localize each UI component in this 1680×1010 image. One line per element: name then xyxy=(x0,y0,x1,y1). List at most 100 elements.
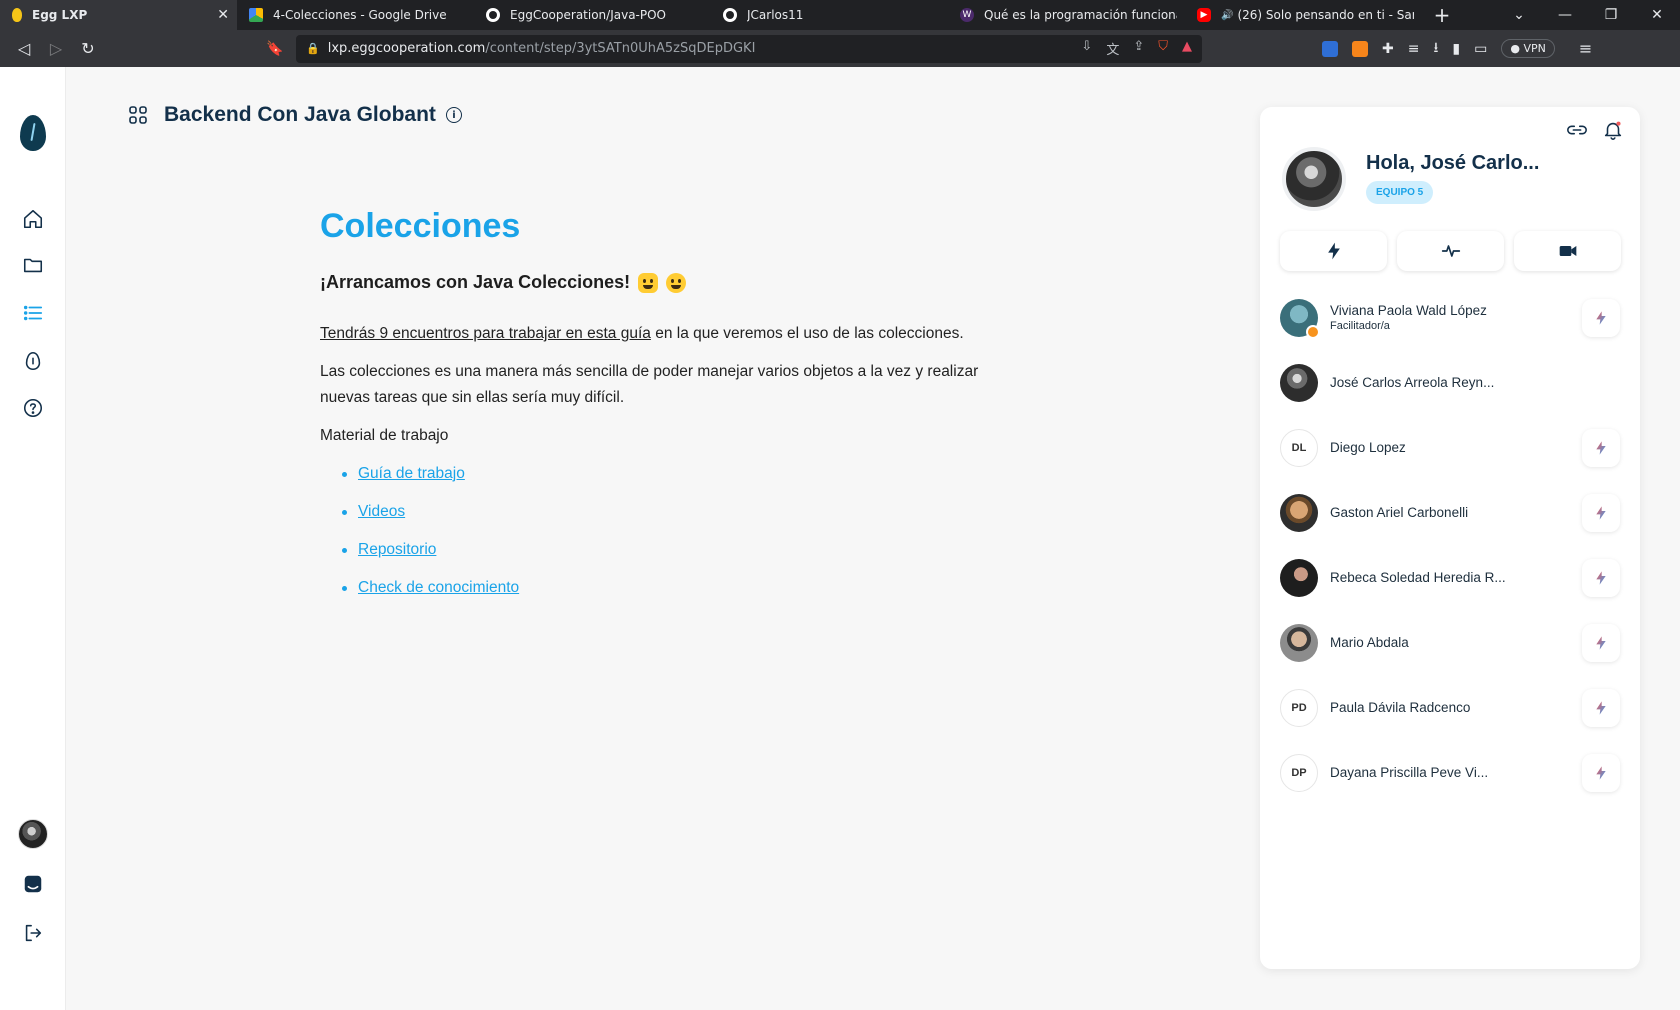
translate-icon[interactable]: 文 xyxy=(1106,39,1119,58)
lesson-subtitle: ¡Arrancamos con Java Colecciones! xyxy=(320,272,1020,293)
minimize-button[interactable]: — xyxy=(1542,7,1588,23)
tab-programacion-funcional[interactable]: W Qué es la programación funcional y c xyxy=(948,0,1185,30)
profile-avatar[interactable] xyxy=(1282,147,1346,211)
tab-egg-lxp[interactable]: Egg LXP ✕ xyxy=(0,0,237,30)
playlist-icon[interactable]: ≡ xyxy=(1408,41,1420,57)
facilitator-badge-icon xyxy=(1306,324,1320,339)
folder-icon[interactable] xyxy=(19,251,47,279)
menu-icon[interactable]: ≡ xyxy=(1579,39,1592,58)
bolt-button[interactable] xyxy=(1280,231,1387,271)
member-bolt-button[interactable] xyxy=(1582,753,1620,792)
list-icon[interactable] xyxy=(19,299,47,327)
link-text[interactable]: Check de conocimiento xyxy=(358,579,519,596)
member-bolt-button[interactable] xyxy=(1582,298,1620,337)
close-window-button[interactable]: ✕ xyxy=(1634,7,1680,23)
tab-title: Qué es la programación funcional y c xyxy=(984,8,1177,22)
help-icon[interactable] xyxy=(19,394,47,422)
member-bolt-button[interactable] xyxy=(1582,428,1620,467)
egg-logo[interactable] xyxy=(20,115,46,151)
member-bolt-button[interactable] xyxy=(1582,558,1620,597)
back-button[interactable]: ◁ xyxy=(8,35,40,63)
link-icon[interactable] xyxy=(1566,119,1588,141)
download-icon[interactable]: ⭳ xyxy=(1433,37,1438,61)
member-row[interactable]: Viviana Paola Wald López Facilitador/a xyxy=(1280,285,1620,350)
member-bolt-button[interactable] xyxy=(1582,623,1620,662)
egg-outline-icon[interactable] xyxy=(19,347,47,375)
link-videos[interactable]: Videos xyxy=(342,499,1020,525)
material-links: Guía de trabajo Videos Repositorio Check… xyxy=(320,461,1020,601)
puzzle-icon[interactable]: ✚ xyxy=(1382,41,1394,57)
member-row[interactable]: DL Diego Lopez xyxy=(1280,415,1620,480)
brave-shield-icon[interactable]: ⛉ xyxy=(1158,39,1168,58)
vpn-label: VPN xyxy=(1523,42,1546,55)
speaker-icon[interactable]: 🔊 xyxy=(1221,10,1233,21)
install-icon[interactable]: ⇩ xyxy=(1081,39,1092,58)
team-panel: Hola, José Carlo... EQUIPO 5 Viviana Pao… xyxy=(1260,107,1640,969)
tab-github-java-poo[interactable]: EggCooperation/Java-POO xyxy=(474,0,711,30)
intro-rest: en la que veremos el uso de las coleccio… xyxy=(650,325,964,342)
inbox-icon[interactable] xyxy=(19,870,47,898)
member-bolt-button[interactable] xyxy=(1582,688,1620,727)
link-guia[interactable]: Guía de trabajo xyxy=(342,461,1020,487)
metamask-icon[interactable] xyxy=(1352,40,1368,57)
link-check[interactable]: Check de conocimiento xyxy=(342,575,1020,601)
brave-rewards-icon[interactable]: ▲ xyxy=(1182,39,1192,58)
member-name: Viviana Paola Wald López xyxy=(1330,303,1487,318)
user-avatar[interactable] xyxy=(18,819,48,849)
forward-button[interactable]: ▷ xyxy=(40,35,72,63)
material-label: Material de trabajo xyxy=(320,427,449,444)
home-icon[interactable] xyxy=(19,205,47,233)
vpn-button[interactable]: ● VPN xyxy=(1501,39,1555,58)
link-text[interactable]: Guía de trabajo xyxy=(358,465,465,482)
info-icon[interactable]: i xyxy=(445,107,462,123)
bolt-icon xyxy=(1596,635,1606,650)
tab-title: EggCooperation/Java-POO xyxy=(510,8,666,22)
sidebar-icon[interactable]: ▮ xyxy=(1452,41,1460,57)
member-info: Diego Lopez xyxy=(1330,440,1582,455)
wallet-icon[interactable]: ▭ xyxy=(1474,41,1487,57)
member-row[interactable]: Rebeca Soledad Heredia R... xyxy=(1280,545,1620,610)
link-repositorio[interactable]: Repositorio xyxy=(342,537,1020,563)
member-row[interactable]: Gaston Ariel Carbonelli xyxy=(1280,480,1620,545)
member-row[interactable]: DP Dayana Priscilla Peve Vi... xyxy=(1280,740,1620,805)
bell-icon[interactable] xyxy=(1602,119,1624,141)
pulse-icon xyxy=(1441,245,1460,257)
tab-title: (26) Solo pensando en ti - Santiag xyxy=(1237,8,1414,22)
close-icon[interactable]: ✕ xyxy=(217,7,229,23)
course-header: Backend Con Java Globant i xyxy=(128,103,462,127)
member-row[interactable]: Mario Abdala xyxy=(1280,610,1620,675)
address-bar[interactable]: 🔒 lxp.eggcooperation.com/content/step/3y… xyxy=(296,34,1202,63)
bookmark-icon[interactable]: 🔖 xyxy=(262,41,288,57)
extension-icons: ✚ ≡ ⭳ ▮ ▭ ● VPN ≡ xyxy=(1322,37,1592,61)
extension-p-icon[interactable] xyxy=(1322,40,1338,57)
tab-youtube[interactable]: ▶ 🔊 (26) Solo pensando en ti - Santiag xyxy=(1185,0,1422,30)
link-text[interactable]: Repositorio xyxy=(358,541,436,558)
member-avatar: PD xyxy=(1280,688,1318,727)
grinning-emoji-icon xyxy=(666,272,687,293)
member-bolt-button[interactable] xyxy=(1582,493,1620,532)
member-avatar: DP xyxy=(1280,753,1318,792)
chevron-down-icon[interactable]: ⌄ xyxy=(1496,7,1542,23)
reload-button[interactable]: ↻ xyxy=(72,35,104,63)
new-tab-button[interactable]: + xyxy=(1422,0,1462,30)
intro-paragraph: Tendrás 9 encuentros para trabajar en es… xyxy=(320,321,1020,347)
member-row[interactable]: José Carlos Arreola Reyn... xyxy=(1280,350,1620,415)
video-button[interactable] xyxy=(1514,231,1621,271)
google-drive-icon xyxy=(249,8,263,22)
member-name: Paula Dávila Radcenco xyxy=(1330,700,1471,715)
tab-google-drive[interactable]: 4-Colecciones - Google Drive xyxy=(237,0,474,30)
intro-link[interactable]: Tendrás 9 encuentros para trabajar en es… xyxy=(320,325,651,342)
share-icon[interactable]: ⇪ xyxy=(1133,39,1144,58)
bolt-icon xyxy=(1596,310,1606,325)
w-icon: W xyxy=(960,8,974,22)
logout-icon[interactable] xyxy=(19,919,47,947)
tab-github-jcarlos[interactable]: JCarlos11 xyxy=(711,0,948,30)
sidebar xyxy=(0,67,66,1010)
restore-button[interactable]: ❐ xyxy=(1588,7,1634,23)
link-text[interactable]: Videos xyxy=(358,503,405,520)
activity-button[interactable] xyxy=(1397,231,1504,271)
window-controls: ⌄ — ❐ ✕ xyxy=(1496,0,1680,30)
grid-icon[interactable] xyxy=(128,105,148,125)
lock-icon: 🔒 xyxy=(306,42,320,55)
member-row[interactable]: PD Paula Dávila Radcenco xyxy=(1280,675,1620,740)
